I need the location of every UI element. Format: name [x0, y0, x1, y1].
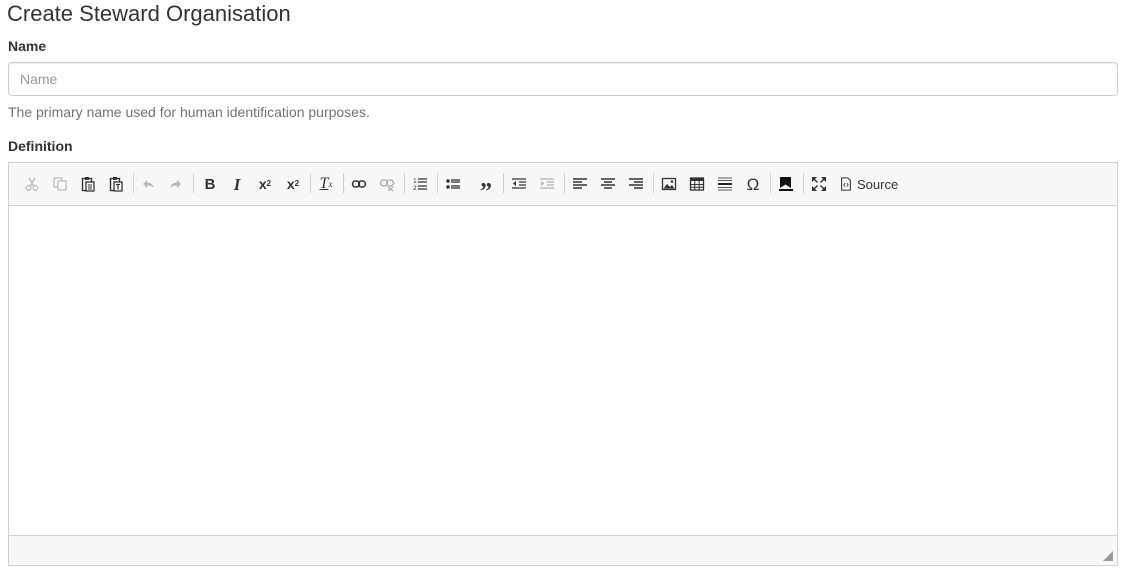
align-center-icon[interactable] — [597, 173, 619, 195]
definition-editor: B I x2 x2 Tx 12 ” Ω Source — [8, 162, 1118, 566]
toolbar-separator — [770, 173, 771, 193]
subscript-icon[interactable]: x2 — [254, 173, 276, 195]
undo-icon[interactable] — [137, 173, 159, 195]
toolbar-separator — [564, 173, 565, 193]
source-label: Source — [857, 176, 899, 192]
definition-edit-area[interactable] — [9, 206, 1117, 535]
remove-format-icon[interactable]: Tx — [315, 173, 337, 195]
editor-toolbar: B I x2 x2 Tx 12 ” Ω Source — [9, 163, 1117, 206]
table-icon[interactable] — [686, 173, 708, 195]
resize-handle-icon[interactable] — [1103, 551, 1113, 561]
toolbar-separator — [803, 173, 804, 193]
name-input[interactable] — [8, 62, 1118, 96]
image-icon[interactable] — [658, 173, 680, 195]
special-char-icon[interactable]: Ω — [742, 173, 764, 195]
toolbar-separator — [310, 173, 311, 193]
svg-text:1: 1 — [413, 178, 417, 185]
toolbar-separator — [193, 173, 194, 193]
align-left-icon[interactable] — [569, 173, 591, 195]
bulleted-list-icon[interactable] — [442, 173, 464, 195]
toolbar-separator — [503, 173, 504, 193]
align-right-icon[interactable] — [625, 173, 647, 195]
bookmark-icon[interactable] — [775, 173, 797, 195]
definition-label: Definition — [8, 138, 73, 154]
editor-status-bar — [9, 535, 1117, 565]
unlink-icon[interactable] — [376, 173, 398, 195]
source-button[interactable]: Source — [839, 173, 898, 195]
bold-icon[interactable]: B — [199, 173, 221, 195]
paste-text-icon[interactable] — [105, 173, 127, 195]
outdent-icon[interactable] — [508, 173, 530, 195]
link-icon[interactable] — [348, 173, 370, 195]
cut-icon[interactable] — [21, 173, 43, 195]
toolbar-separator — [343, 173, 344, 193]
page-title: Create Steward Organisation — [7, 1, 291, 26]
italic-icon[interactable]: I — [226, 173, 248, 195]
toolbar-separator — [437, 173, 438, 193]
source-icon — [841, 177, 851, 191]
maximize-icon[interactable] — [808, 173, 830, 195]
superscript-icon[interactable]: x2 — [282, 173, 304, 195]
name-help-text: The primary name used for human identifi… — [8, 104, 370, 120]
toolbar-separator — [404, 173, 405, 193]
redo-icon[interactable] — [165, 173, 187, 195]
horizontal-line-icon[interactable] — [714, 173, 736, 195]
toolbar-separator — [133, 173, 134, 193]
svg-text:2: 2 — [413, 185, 417, 192]
name-label: Name — [8, 38, 47, 54]
blockquote-icon[interactable]: ” — [475, 173, 497, 204]
numbered-list-icon[interactable]: 12 — [409, 173, 431, 195]
indent-icon[interactable] — [536, 173, 558, 195]
paste-icon[interactable] — [77, 173, 99, 195]
copy-icon[interactable] — [49, 173, 71, 195]
toolbar-separator — [653, 173, 654, 193]
